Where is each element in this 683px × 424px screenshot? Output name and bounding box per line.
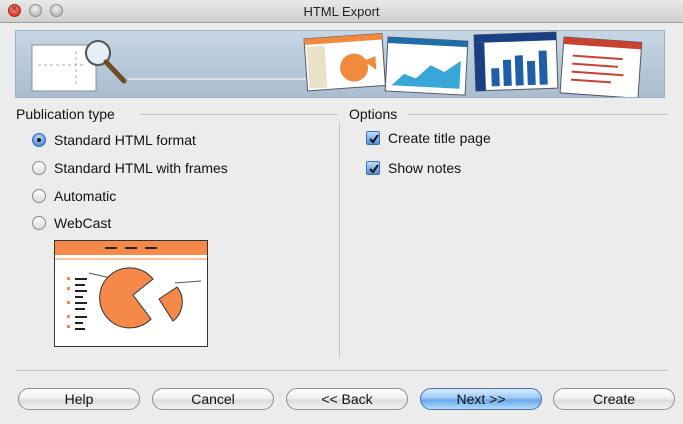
radio-standard-html-frames[interactable]: Standard HTML with frames	[32, 158, 228, 178]
wizard-banner-illustration	[16, 31, 664, 97]
radio-automatic[interactable]: Automatic	[32, 186, 116, 206]
back-button[interactable]: << Back	[286, 388, 408, 410]
next-button[interactable]: Next >>	[420, 388, 542, 410]
title-bar[interactable]: × HTML Export	[0, 0, 683, 23]
options-heading: Options	[349, 106, 398, 122]
checkmark-icon	[369, 164, 379, 174]
pie-chart-preview-illustration	[55, 241, 207, 330]
cancel-button[interactable]: Cancel	[152, 388, 274, 410]
publication-type-heading: Publication type	[16, 106, 115, 122]
radio-label: Standard HTML format	[54, 132, 196, 148]
html-export-dialog: × HTML Export Publication type Standard …	[0, 0, 683, 424]
radio-label: Standard HTML with frames	[54, 160, 228, 176]
options-divider	[408, 114, 668, 115]
radio-button[interactable]	[32, 216, 46, 230]
checkmark-icon	[369, 134, 379, 144]
checkbox-label: Show notes	[388, 160, 462, 176]
radio-webcast[interactable]: WebCast	[32, 213, 111, 233]
layout-preview-image	[54, 240, 208, 347]
wizard-banner	[15, 30, 665, 98]
checkbox-checked[interactable]	[366, 131, 380, 145]
radio-button[interactable]	[32, 189, 46, 203]
create-button[interactable]: Create	[553, 388, 675, 410]
radio-label: WebCast	[54, 215, 112, 231]
publication-type-divider	[140, 114, 338, 115]
radio-button[interactable]	[32, 161, 46, 175]
radio-standard-html[interactable]: Standard HTML format	[32, 130, 196, 150]
checkbox-label: Create title page	[388, 130, 491, 146]
checkbox-checked[interactable]	[366, 161, 380, 175]
window-title: HTML Export	[303, 4, 380, 19]
help-button[interactable]: Help	[18, 388, 140, 410]
radio-button-selected[interactable]	[32, 133, 46, 147]
button-bar-divider	[16, 370, 668, 371]
pane-divider	[339, 122, 340, 358]
checkbox-create-title-page[interactable]: Create title page	[366, 128, 491, 148]
checkbox-show-notes[interactable]: Show notes	[366, 158, 461, 178]
radio-label: Automatic	[54, 188, 117, 204]
